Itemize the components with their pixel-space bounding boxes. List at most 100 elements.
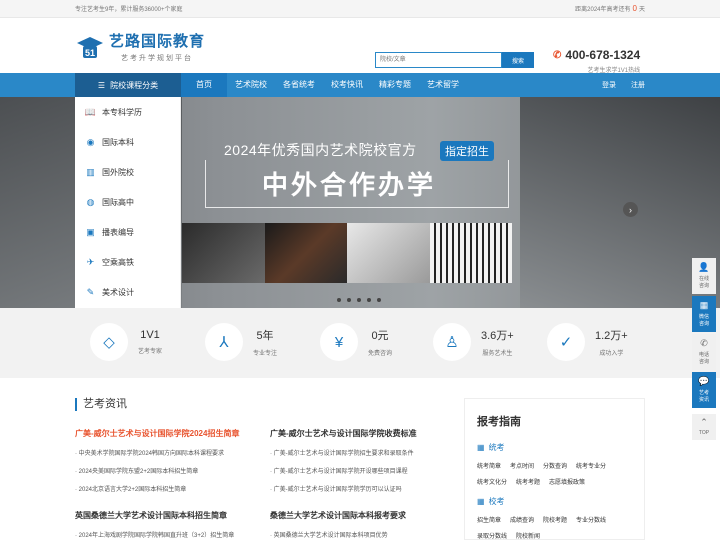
slogan: 专注艺考生9年，累计服务36000+个家庭 bbox=[75, 7, 183, 13]
guide-link[interactable]: 统考简章 bbox=[477, 461, 501, 470]
header: 51 艺路国际教育 艺考升学规划平台 搜索 ✆400-678-1324 艺考生求… bbox=[0, 18, 720, 74]
float-wechat-consult[interactable]: ▦ 微信 咨询 bbox=[692, 296, 716, 332]
stats-bar: ◇ 1V1 艺考专家 ⅄ 5年 专业专注 ¥0元 免费咨询 ♙ 3.6万+ 服务艺术生 ✓ 1.… bbox=[0, 308, 720, 378]
building-icon: ▥ bbox=[86, 166, 95, 177]
svg-text:51: 51 bbox=[85, 48, 95, 58]
top-bar: 专注艺考生9年，累计服务36000+个家庭 距离2024年高考还有 0 天 bbox=[0, 0, 720, 18]
guide-sec-unified: ▦ 统考 bbox=[477, 443, 505, 452]
globe-icon: ◍ bbox=[86, 196, 95, 207]
category-sidebar: 📖 本专科学历 ◉ 国际本科 ▥ 国外院校 ◍ 国际高中 ▣ 播表编导 ✈ 空乘高铁 ✎ 美术… bbox=[75, 97, 181, 308]
list-item[interactable]: · 2024年上海戏剧学院国际学院韩国直升班（3+2）招生简章 bbox=[75, 530, 255, 539]
sidebar-item-art-design[interactable]: ✎ 美术设计 bbox=[75, 277, 180, 307]
guide-link[interactable]: 统考考题 bbox=[516, 477, 540, 486]
guide-link[interactable]: 招生简章 bbox=[477, 515, 501, 524]
list-item[interactable]: · 2024央美国际学院东盟2+2国际本科招生简章 bbox=[75, 466, 255, 475]
news-headline[interactable]: 英国桑德兰大学艺术设计国际本科招生简章 bbox=[75, 510, 255, 521]
photo-1 bbox=[182, 223, 265, 283]
list-item[interactable]: · 中央美术学院国际学院2024韩国方向国际本科课程要求 bbox=[75, 448, 255, 457]
phone-number[interactable]: 400-678-1324 bbox=[565, 48, 640, 62]
news-col-1: 广美-威尔士艺术与设计国际学院2024招生简章 · 中央美术学院国际学院2024… bbox=[75, 428, 255, 539]
back-to-top-button[interactable]: ⌃ TOP bbox=[692, 414, 716, 440]
grid-icon: ▦ bbox=[477, 443, 485, 452]
search-button[interactable]: 搜索 bbox=[502, 52, 534, 68]
category-menu[interactable]: ☰ 院校课程分类 bbox=[75, 73, 181, 97]
user-icon: 👤 bbox=[698, 262, 710, 272]
guide-link[interactable]: 录取分数线 bbox=[477, 531, 507, 540]
book-icon: 📖 bbox=[84, 106, 97, 117]
stat-admitted: ✓ 1.2万+ 成功入学 bbox=[547, 322, 657, 362]
nav-art-schools[interactable]: 艺术院校 bbox=[227, 73, 275, 97]
guide-link[interactable]: 分数查询 bbox=[543, 461, 567, 470]
nav-home[interactable]: 首页 bbox=[181, 73, 227, 97]
float-online-consult[interactable]: 👤 在线 咨询 bbox=[692, 258, 716, 294]
menu-icon: ☰ bbox=[97, 80, 106, 90]
login-link[interactable]: 登录 bbox=[602, 80, 616, 90]
logo-icon: 51 bbox=[77, 37, 103, 58]
guide-link[interactable]: 院校考题 bbox=[543, 515, 567, 524]
nav-study-abroad[interactable]: 艺术留学 bbox=[419, 73, 467, 97]
carousel-dot[interactable] bbox=[337, 298, 341, 302]
news-headline[interactable]: 广美-威尔士艺术与设计国际学院收费标准 bbox=[270, 428, 450, 439]
phone-block: ✆ 400-678-1324 艺考生求学1V1热线 bbox=[553, 48, 640, 74]
yen-icon: ¥ bbox=[320, 323, 358, 361]
guide-link[interactable]: 志愿填报政策 bbox=[549, 477, 585, 486]
main-nav: ☰ 院校课程分类 首页 艺术院校 各省统考 校考快讯 精彩专题 艺术留学 登录 注… bbox=[0, 73, 720, 97]
list-item[interactable]: · 广美-威尔士艺术与设计国际学院开设哪些项目课程 bbox=[270, 466, 450, 475]
carousel-dots bbox=[337, 298, 381, 302]
sidebar-item-intl-bachelor[interactable]: ◉ 国际本科 bbox=[75, 127, 180, 157]
carousel-next-icon[interactable]: › bbox=[623, 202, 638, 217]
palette-icon: ✎ bbox=[86, 286, 95, 297]
guide-link[interactable]: 考点时间 bbox=[510, 461, 534, 470]
news-headline[interactable]: 桑德兰大学艺术设计国际本科报考要求 bbox=[270, 510, 450, 521]
carousel-dot[interactable] bbox=[377, 298, 381, 302]
countdown: 距离2024年高考还有 0 天 bbox=[575, 4, 645, 13]
list-item[interactable]: · 广美-威尔士艺术与设计国际学院招生要求和录取条件 bbox=[270, 448, 450, 457]
phone-icon: ✆ bbox=[553, 49, 562, 61]
search-input[interactable] bbox=[375, 52, 502, 68]
sidebar-item-foreign-schools[interactable]: ▥ 国外院校 bbox=[75, 157, 180, 187]
logo[interactable]: 51 艺路国际教育 艺考升学规划平台 bbox=[75, 31, 205, 65]
chat-icon: 💬 bbox=[698, 376, 710, 386]
guide-title: 报考指南 bbox=[477, 416, 521, 428]
photo-2 bbox=[264, 223, 347, 283]
exam-guide: 报考指南 ▦ 统考 统考简章 考点时间 分数查询 统考专业分 统考文化分 统考考题… bbox=[464, 398, 645, 540]
stat-years: ⅄ 5年 专业专注 bbox=[205, 322, 315, 362]
banner-photos bbox=[182, 223, 512, 283]
nav-topics[interactable]: 精彩专题 bbox=[371, 73, 419, 97]
carousel-dot[interactable] bbox=[347, 298, 351, 302]
nav-school-exam-news[interactable]: 校考快讯 bbox=[323, 73, 371, 97]
sidebar-item-intl-highschool[interactable]: ◍ 国际高中 bbox=[75, 187, 180, 217]
chevron-up-icon: ⌃ bbox=[700, 417, 708, 427]
logo-title: 艺路国际教育 bbox=[109, 33, 206, 50]
guide-link[interactable]: 统考文化分 bbox=[477, 477, 507, 486]
guide-sec-school: ▦ 校考 bbox=[477, 497, 505, 506]
float-art-news[interactable]: 💬 艺考 资讯 bbox=[692, 372, 716, 408]
sidebar-item-aviation[interactable]: ✈ 空乘高铁 bbox=[75, 247, 180, 277]
carousel-dot[interactable] bbox=[357, 298, 361, 302]
news-section: 艺考资讯 广美-威尔士艺术与设计国际学院2024招生简章 · 中央美术学院国际学… bbox=[75, 390, 445, 539]
location-pin-icon: ◉ bbox=[86, 136, 95, 147]
check-icon: ✓ bbox=[547, 323, 585, 361]
guide-link[interactable]: 成绩查询 bbox=[510, 515, 534, 524]
logo-subtitle: 艺考升学规划平台 bbox=[121, 55, 193, 62]
sidebar-item-broadcast[interactable]: ▣ 播表编导 bbox=[75, 217, 180, 247]
list-item[interactable]: · 英国桑德兰大学艺术设计国际本科项目优势 bbox=[270, 530, 450, 539]
list-item[interactable]: · 2024北京语言大学2+2国际本科招生简章 bbox=[75, 484, 255, 493]
stat-students: ♙ 3.6万+ 服务艺术生 bbox=[433, 322, 543, 362]
float-phone-consult[interactable]: ✆ 电话 咨询 bbox=[692, 334, 716, 370]
video-icon: ▣ bbox=[86, 226, 95, 237]
school-icon: ▦ bbox=[477, 497, 485, 506]
guide-link[interactable]: 统考专业分 bbox=[576, 461, 606, 470]
carousel-dot[interactable] bbox=[367, 298, 371, 302]
diamond-icon: ◇ bbox=[90, 323, 128, 361]
split-icon: ⅄ bbox=[205, 323, 243, 361]
guide-link[interactable]: 院校新闻 bbox=[516, 531, 540, 540]
sidebar-item-degree[interactable]: 📖 本专科学历 bbox=[75, 97, 180, 127]
guide-link[interactable]: 专业分数线 bbox=[576, 515, 606, 524]
register-link[interactable]: 注册 bbox=[631, 80, 645, 90]
news-headline[interactable]: 广美-威尔士艺术与设计国际学院2024招生简章 bbox=[75, 428, 255, 439]
list-item[interactable]: · 广美-威尔士艺术与设计国际学院学历可以认证吗 bbox=[270, 484, 450, 493]
banner-tag: 指定招生 bbox=[440, 141, 494, 161]
phone-icon: ✆ bbox=[700, 338, 708, 348]
nav-provincial-exam[interactable]: 各省统考 bbox=[275, 73, 323, 97]
